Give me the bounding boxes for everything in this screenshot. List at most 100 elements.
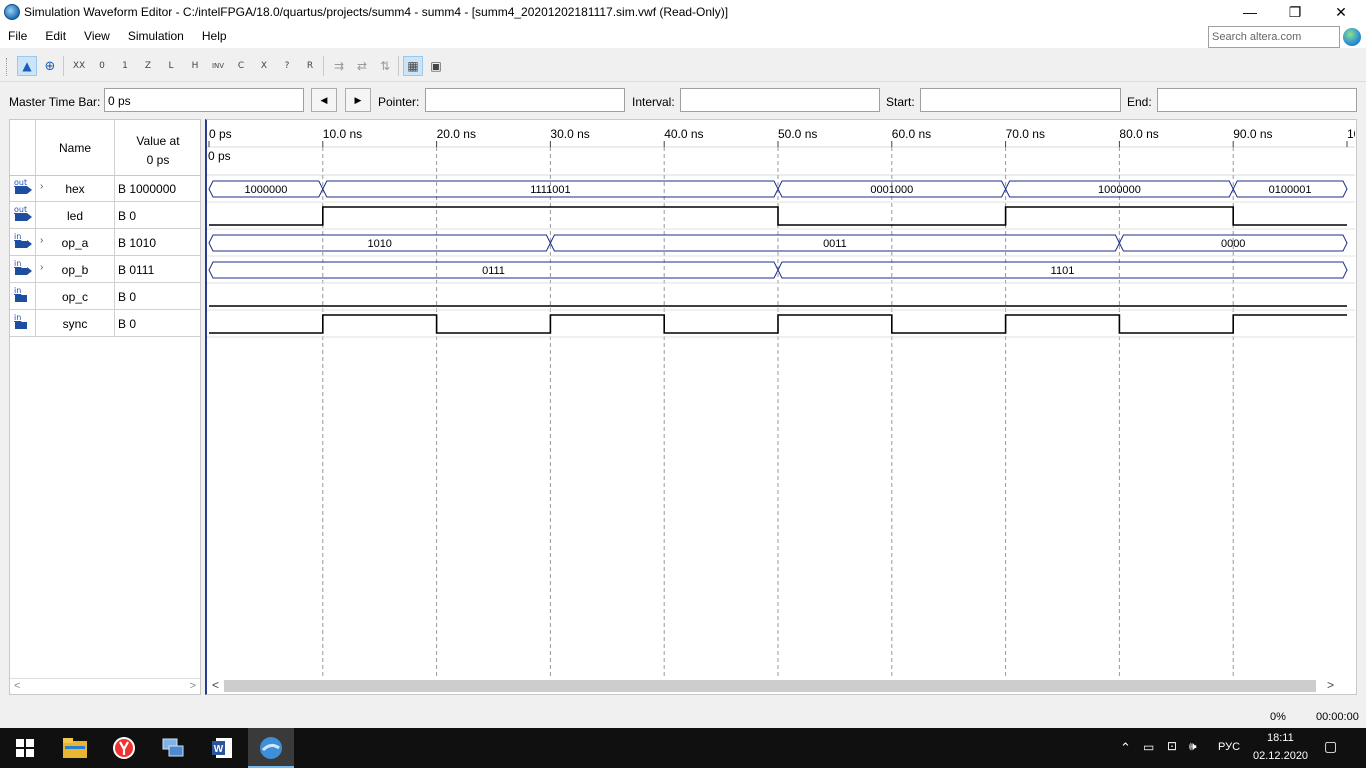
- toolbar-grip[interactable]: [6, 58, 9, 76]
- move-left-icon[interactable]: ⇉: [329, 56, 349, 76]
- count-value-icon[interactable]: C: [231, 56, 251, 76]
- signal-row-op-c[interactable]: in op_c B 0: [10, 283, 200, 310]
- restore-button[interactable]: ❐: [1272, 0, 1318, 24]
- invert-icon[interactable]: INV: [208, 56, 228, 76]
- signal-value: B 0: [118, 290, 137, 304]
- search-input[interactable]: Search altera.com: [1208, 26, 1340, 48]
- input-pin-tag: in: [14, 232, 22, 241]
- weak-high-icon[interactable]: H: [185, 56, 205, 76]
- scroll-right-icon[interactable]: >: [190, 680, 196, 692]
- weak-low-icon[interactable]: L: [161, 56, 181, 76]
- windows-start-icon[interactable]: [10, 733, 40, 763]
- menu-file[interactable]: File: [0, 24, 36, 48]
- signal-value: B 1010: [118, 236, 157, 250]
- input-pin-tag: in: [14, 313, 22, 322]
- quartus-icon[interactable]: [256, 733, 286, 763]
- name-column-header[interactable]: Name: [36, 141, 114, 155]
- tray-expand-icon[interactable]: ⌃: [1120, 740, 1131, 756]
- menu-simulation[interactable]: Simulation: [119, 24, 193, 48]
- bus-value-label: 1010: [367, 238, 391, 250]
- menu-help[interactable]: Help: [193, 24, 236, 48]
- interval-field[interactable]: [680, 88, 880, 112]
- swap-icon[interactable]: ⇄: [352, 56, 372, 76]
- end-label: End:: [1127, 95, 1152, 109]
- time-label: 10.0 ns: [323, 127, 362, 141]
- waveform-canvas[interactable]: 0 ps 10.0 ns 20.0 ns 30.0 ns 40.0 ns 50.0 ns 6…: [207, 120, 1355, 678]
- signal-name: led: [66, 209, 83, 223]
- interval-label: Interval:: [632, 95, 675, 109]
- scroll-left-icon[interactable]: <: [212, 678, 219, 692]
- end-field[interactable]: [1157, 88, 1357, 112]
- bus-value-label: 0000: [1221, 238, 1245, 250]
- input-pin-icon: in: [12, 286, 32, 305]
- scrollbar-thumb[interactable]: [224, 680, 1316, 692]
- bus-value-label: 0111: [482, 265, 505, 277]
- previous-transition-button[interactable]: ◀: [311, 88, 337, 112]
- network-tool-icon[interactable]: [158, 733, 188, 763]
- selection-tool-icon[interactable]: ▲: [17, 56, 37, 76]
- toolbar-separator: [63, 56, 64, 76]
- bit-waveform-led: [209, 206, 1347, 226]
- bus-value-label: 1000000: [244, 184, 287, 196]
- waveform-horizontal-scrollbar[interactable]: < >: [207, 678, 1355, 694]
- signal-value: B 1000000: [118, 182, 177, 196]
- value-column-header[interactable]: Value at 0 ps: [116, 132, 200, 170]
- word-icon[interactable]: W: [207, 733, 237, 763]
- pointer-field[interactable]: [425, 88, 625, 112]
- arbitrary-value-icon[interactable]: ?: [277, 56, 297, 76]
- start-field[interactable]: [920, 88, 1121, 112]
- signal-row-sync[interactable]: in sync B 0: [10, 310, 200, 337]
- time-label: 80.0 ns: [1119, 127, 1158, 141]
- input-pin-tag: in: [14, 259, 22, 268]
- signal-row-led[interactable]: out led B 0: [10, 202, 200, 229]
- forcing-low-icon[interactable]: 0: [92, 56, 112, 76]
- forcing-high-icon[interactable]: 1: [115, 56, 135, 76]
- master-time-bar-field[interactable]: 0 ps: [104, 88, 304, 112]
- output-pin-tag: out: [14, 205, 28, 214]
- snap-to-grid-icon[interactable]: ▦: [403, 56, 423, 76]
- master-time-marker-label: 0 ps: [208, 149, 231, 163]
- time-label: 20.0 ns: [437, 127, 476, 141]
- app-logo-icon: [4, 4, 20, 20]
- stretch-icon[interactable]: ⇅: [375, 56, 395, 76]
- language-indicator[interactable]: РУС: [1218, 741, 1240, 753]
- start-label: Start:: [886, 95, 915, 109]
- scroll-right-icon[interactable]: >: [1327, 678, 1334, 692]
- signal-name: op_a: [61, 236, 89, 250]
- menu-view[interactable]: View: [75, 24, 119, 48]
- yandex-browser-icon[interactable]: [109, 733, 139, 763]
- progress-percent: 0%: [1270, 711, 1286, 723]
- volume-icon[interactable]: 🕪: [1189, 739, 1197, 754]
- zoom-tool-icon[interactable]: ⊕: [40, 56, 60, 76]
- elapsed-time: 00:00:00: [1316, 711, 1359, 723]
- waveform-panel[interactable]: 0 ps 10.0 ns 20.0 ns 30.0 ns 40.0 ns 50.0 ns 6…: [205, 119, 1357, 695]
- clock-time[interactable]: 18:11: [1267, 732, 1294, 744]
- clock-date[interactable]: 02.12.2020: [1253, 750, 1308, 762]
- file-explorer-icon[interactable]: [60, 733, 90, 763]
- menu-edit[interactable]: Edit: [36, 24, 75, 48]
- signal-row-hex[interactable]: out › hex B 1000000: [10, 175, 200, 202]
- network-icon[interactable]: ⊡: [1167, 739, 1177, 753]
- signal-list-header: Name Value at 0 ps: [10, 120, 200, 176]
- unknown-value-icon[interactable]: XX: [69, 56, 89, 76]
- clock-value-icon[interactable]: X: [254, 56, 274, 76]
- globe-icon[interactable]: [1343, 28, 1361, 46]
- bus-value-label: 0011: [823, 238, 847, 250]
- signal-row-op-b[interactable]: in › op_b B 0111: [10, 256, 200, 283]
- minimize-button[interactable]: —: [1227, 0, 1273, 24]
- grid-icon[interactable]: ▣: [426, 56, 446, 76]
- signal-list-horizontal-scrollbar[interactable]: < >: [10, 678, 200, 694]
- battery-icon[interactable]: ▭: [1143, 740, 1154, 754]
- next-transition-button[interactable]: ▶: [345, 88, 371, 112]
- close-button[interactable]: ✕: [1318, 0, 1364, 24]
- bus-value-label: 0100001: [1269, 184, 1312, 196]
- windows-taskbar: [0, 728, 1366, 768]
- scroll-left-icon[interactable]: <: [14, 680, 20, 692]
- signal-row-op-a[interactable]: in › op_a B 1010: [10, 229, 200, 256]
- high-impedance-icon[interactable]: Z: [138, 56, 158, 76]
- time-label: 60.0 ns: [892, 127, 931, 141]
- signal-value: B 0: [118, 209, 137, 223]
- input-pin-icon: in: [12, 232, 32, 251]
- notification-icon[interactable]: ▢: [1324, 738, 1337, 755]
- random-value-icon[interactable]: R: [300, 56, 320, 76]
